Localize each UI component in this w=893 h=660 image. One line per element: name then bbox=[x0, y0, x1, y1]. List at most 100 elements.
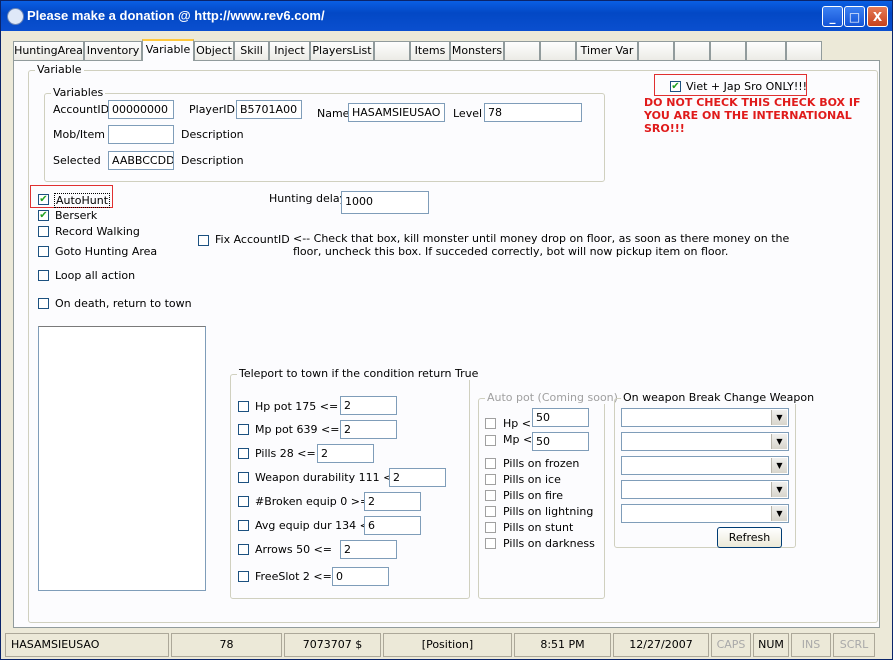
tab-blank-8[interactable] bbox=[786, 41, 822, 60]
autopot-mp-checkbox[interactable] bbox=[485, 435, 496, 446]
weapon-select-3[interactable]: ▼ bbox=[621, 456, 789, 475]
freeslot-field[interactable]: 0 bbox=[332, 567, 389, 586]
tab-variable[interactable]: Variable bbox=[142, 39, 194, 61]
broken-equip-field[interactable]: 2 bbox=[364, 492, 421, 511]
loop-all-checkbox[interactable] bbox=[38, 270, 49, 281]
autopot-mp-field[interactable]: 50 bbox=[532, 432, 589, 451]
app-icon bbox=[7, 8, 24, 25]
pills-lightning-checkbox[interactable] bbox=[485, 506, 496, 517]
status-bar: HASAMSIEUSAO 78 7073707 $ [Position] 8:5… bbox=[2, 631, 891, 659]
weapon-select-4[interactable]: ▼ bbox=[621, 480, 789, 499]
autopot-hp-checkbox[interactable] bbox=[485, 418, 496, 429]
minimize-button[interactable]: _ bbox=[822, 6, 843, 27]
selected-label: Selected bbox=[53, 154, 101, 167]
on-death-checkbox[interactable] bbox=[38, 298, 49, 309]
fix-account-note: <-- Check that box, kill monster until m… bbox=[293, 232, 790, 258]
tab-blank-4[interactable] bbox=[638, 41, 674, 60]
weapon-select-2[interactable]: ▼ bbox=[621, 432, 789, 451]
close-button[interactable]: X bbox=[867, 6, 888, 27]
mp-pot-checkbox[interactable] bbox=[238, 424, 249, 435]
hunting-delay-field[interactable]: 1000 bbox=[341, 191, 429, 214]
mob-item-label: Mob/Item bbox=[53, 128, 105, 141]
on-death-label: On death, return to town bbox=[55, 297, 192, 310]
player-id-label: PlayerID bbox=[189, 103, 235, 116]
viet-jap-label: Viet + Jap Sro ONLY!!! bbox=[686, 80, 808, 93]
broken-equip-checkbox[interactable] bbox=[238, 496, 249, 507]
title-bar[interactable]: Please make a donation @ http://www.rev6… bbox=[1, 1, 892, 31]
hp-pot-field[interactable]: 2 bbox=[340, 396, 397, 415]
pills-field[interactable]: 2 bbox=[317, 444, 374, 463]
goto-hunting-checkbox[interactable] bbox=[38, 246, 49, 257]
status-time: 8:51 PM bbox=[514, 633, 611, 657]
pills-stunt-label: Pills on stunt bbox=[503, 521, 574, 534]
tab-monsters[interactable]: Monsters bbox=[450, 41, 504, 60]
action-listbox[interactable] bbox=[38, 326, 206, 591]
selected-field[interactable]: AABBCCDD bbox=[108, 151, 174, 170]
description-label-2: Description bbox=[181, 154, 244, 167]
mp-pot-field[interactable]: 2 bbox=[340, 420, 397, 439]
tab-object[interactable]: Object bbox=[194, 41, 234, 60]
weapon-dur-field[interactable]: 2 bbox=[389, 468, 446, 487]
pills-checkbox[interactable] bbox=[238, 448, 249, 459]
arrows-checkbox[interactable] bbox=[238, 544, 249, 555]
autohunt-checkbox[interactable]: ✔ bbox=[38, 194, 49, 205]
name-field[interactable]: HASAMSIEUSAO bbox=[348, 103, 445, 122]
viet-jap-checkbox[interactable]: ✔ bbox=[670, 81, 681, 92]
chevron-down-icon: ▼ bbox=[771, 410, 787, 425]
status-caps: CAPS bbox=[711, 633, 751, 657]
tab-playerslist[interactable]: PlayersList bbox=[310, 41, 374, 60]
arrows-field[interactable]: 2 bbox=[340, 540, 397, 559]
loop-all-label: Loop all action bbox=[55, 269, 136, 282]
autopot-hp-field[interactable]: 50 bbox=[532, 408, 589, 427]
level-label: Level bbox=[453, 107, 483, 120]
avg-equip-label: Avg equip dur 134 <= bbox=[255, 519, 379, 532]
avg-equip-field[interactable]: 6 bbox=[364, 516, 421, 535]
status-gold: 7073707 $ bbox=[284, 633, 381, 657]
tab-blank-3[interactable] bbox=[540, 41, 576, 60]
fix-account-checkbox[interactable] bbox=[198, 235, 209, 246]
level-field[interactable]: 78 bbox=[484, 103, 582, 122]
window-title: Please make a donation @ http://www.rev6… bbox=[27, 8, 325, 23]
pills-darkness-checkbox[interactable] bbox=[485, 538, 496, 549]
pills-lightning-label: Pills on lightning bbox=[503, 505, 594, 518]
broken-equip-label: #Broken equip 0 >= bbox=[255, 495, 370, 508]
mp-pot-label: Mp pot 639 <= bbox=[255, 423, 340, 436]
tab-items[interactable]: Items bbox=[410, 41, 450, 60]
account-id-field[interactable]: 00000000 bbox=[108, 100, 174, 119]
record-walking-label: Record Walking bbox=[55, 225, 140, 238]
weapon-select-5[interactable]: ▼ bbox=[621, 504, 789, 523]
status-position: [Position] bbox=[383, 633, 512, 657]
berserk-checkbox[interactable]: ✔ bbox=[38, 210, 49, 221]
status-num: NUM bbox=[753, 633, 789, 657]
teleport-group-label: Teleport to town if the condition return… bbox=[237, 367, 481, 380]
weapon-dur-checkbox[interactable] bbox=[238, 472, 249, 483]
freeslot-checkbox[interactable] bbox=[238, 571, 249, 582]
pills-label: Pills 28 <= bbox=[255, 447, 316, 460]
warning-text: DO NOT CHECK THIS CHECK BOX IF YOU ARE O… bbox=[644, 96, 861, 135]
pills-frozen-checkbox[interactable] bbox=[485, 458, 496, 469]
tab-blank-5[interactable] bbox=[674, 41, 710, 60]
tab-blank-1[interactable] bbox=[374, 41, 410, 60]
pills-fire-checkbox[interactable] bbox=[485, 490, 496, 501]
tab-inject[interactable]: Inject bbox=[269, 41, 310, 60]
pills-ice-checkbox[interactable] bbox=[485, 474, 496, 485]
refresh-button[interactable]: Refresh bbox=[717, 527, 782, 548]
hp-pot-checkbox[interactable] bbox=[238, 401, 249, 412]
tab-huntingarea[interactable]: HuntingArea bbox=[13, 41, 84, 60]
tab-timer-var[interactable]: Timer Var bbox=[576, 41, 638, 60]
status-level: 78 bbox=[171, 633, 282, 657]
tab-inventory[interactable]: Inventory bbox=[84, 41, 142, 60]
tab-skill[interactable]: Skill bbox=[234, 41, 269, 60]
maximize-button[interactable]: □ bbox=[844, 6, 865, 27]
weapon-select-1[interactable]: ▼ bbox=[621, 408, 789, 427]
freeslot-label: FreeSlot 2 <= bbox=[255, 570, 332, 583]
mob-item-field[interactable] bbox=[108, 125, 174, 144]
avg-equip-checkbox[interactable] bbox=[238, 520, 249, 531]
tab-blank-7[interactable] bbox=[746, 41, 786, 60]
tab-blank-6[interactable] bbox=[710, 41, 746, 60]
tab-blank-2[interactable] bbox=[504, 41, 540, 60]
pills-stunt-checkbox[interactable] bbox=[485, 522, 496, 533]
record-walking-checkbox[interactable] bbox=[38, 226, 49, 237]
player-id-field[interactable]: B5701A00 bbox=[236, 100, 302, 119]
variable-group-label: Variable bbox=[35, 63, 84, 76]
